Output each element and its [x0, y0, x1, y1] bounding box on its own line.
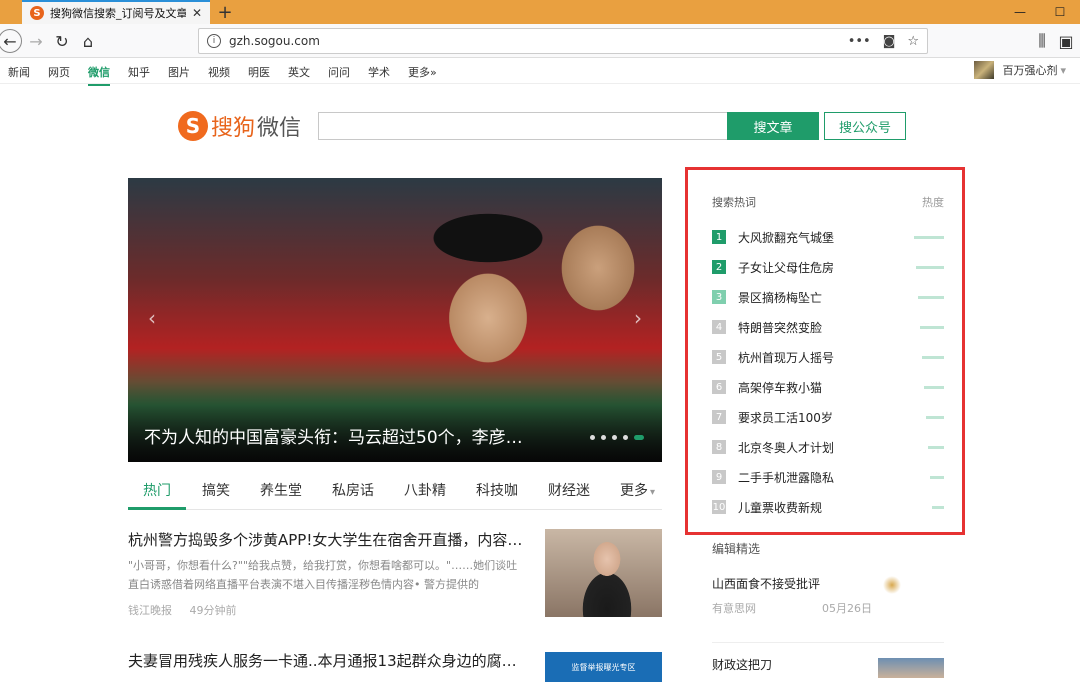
divider: [712, 642, 944, 643]
library-icon[interactable]: ⫼: [1030, 29, 1054, 53]
editor-picks-title: 编辑精选: [712, 542, 761, 556]
chevron-down-icon: ▾: [650, 487, 656, 498]
editor-pick-item[interactable]: 财政这把刀: [712, 656, 944, 678]
pocket-icon[interactable]: ◙: [883, 34, 896, 49]
hero-carousel[interactable]: ‹ › 不为人知的中国富豪头衔：马云超过50个，李彦…: [128, 178, 662, 462]
browser-tab[interactable]: S 搜狗微信搜索_订阅号及文章内 ✕: [22, 0, 210, 24]
home-icon[interactable]: ⌂: [76, 29, 100, 53]
carousel-dot[interactable]: [623, 435, 628, 440]
nav-images[interactable]: 图片: [168, 64, 190, 80]
pick-meta: 有意思网 05月26日: [712, 600, 872, 616]
carousel-dot[interactable]: [590, 435, 595, 440]
back-icon[interactable]: ←: [0, 29, 22, 53]
site-nav: 新闻 网页 微信 知乎 图片 视频 明医 英文 问问 学术 更多» 百万强心剂 …: [0, 58, 1080, 86]
nav-wenwen[interactable]: 问问: [328, 64, 350, 80]
nav-news[interactable]: 新闻: [8, 64, 30, 80]
tab-private-talk[interactable]: 私房话: [332, 480, 374, 500]
url-bar[interactable]: i gzh.sogou.com ••• ◙ ☆: [198, 28, 928, 54]
url-text: gzh.sogou.com: [229, 34, 320, 48]
carousel-dot-active[interactable]: [634, 435, 644, 440]
sogou-weixin-logo[interactable]: S 搜狗 微信: [178, 110, 301, 142]
tab-finance[interactable]: 财经迷: [548, 480, 590, 500]
tab-health[interactable]: 养生堂: [260, 480, 302, 500]
sidebar-icon[interactable]: ▣: [1054, 29, 1078, 53]
active-tab-underline: [128, 507, 186, 510]
close-tab-icon[interactable]: ✕: [192, 6, 202, 20]
carousel-dot[interactable]: [612, 435, 617, 440]
tab-tech[interactable]: 科技咖: [476, 480, 518, 500]
article-thumbnail[interactable]: [545, 529, 662, 617]
new-tab-button[interactable]: +: [214, 0, 236, 24]
minimize-icon[interactable]: —: [1000, 0, 1040, 24]
category-tabs: 热门 搞笑 养生堂 私房话 八卦精 科技咖 财经迷 更多 ▾: [128, 470, 662, 510]
username: 百万强心剂: [1002, 64, 1058, 77]
tab-more[interactable]: 更多 ▾: [620, 480, 655, 500]
reload-icon[interactable]: ↻: [50, 29, 74, 53]
hero-caption[interactable]: 不为人知的中国富豪头衔：马云超过50个，李彦…: [144, 423, 523, 448]
tab-gossip[interactable]: 八卦精: [404, 480, 446, 500]
carousel-dot[interactable]: [601, 435, 606, 440]
search-article-button[interactable]: 搜文章: [727, 112, 819, 140]
article-title[interactable]: 杭州警方捣毁多个涉黄APP!女大学生在宿舍开直播，内容…: [128, 529, 528, 550]
nav-scholar[interactable]: 学术: [368, 64, 390, 80]
article-title[interactable]: 夫妻冒用残疾人服务一卡通..本月通报13起群众身边的腐…: [128, 650, 528, 671]
browser-tab-bar: S 搜狗微信搜索_订阅号及文章内 ✕ + — ☐: [0, 0, 1080, 24]
logo-brand: 搜狗: [211, 116, 256, 141]
search-input[interactable]: [318, 112, 728, 140]
article-thumbnail[interactable]: 监督举报曝光专区: [545, 652, 662, 682]
page-actions-icon[interactable]: •••: [848, 34, 871, 49]
nav-weixin[interactable]: 微信: [88, 64, 110, 86]
nav-mingyi[interactable]: 明医: [248, 64, 270, 80]
article-item[interactable]: 夫妻冒用残疾人服务一卡通..本月通报13起群众身边的腐… 监督举报曝光专区: [128, 650, 662, 682]
article-time: 49分钟前: [189, 604, 237, 617]
user-menu[interactable]: 百万强心剂 ▾: [974, 61, 1066, 79]
forward-icon[interactable]: →: [24, 29, 48, 53]
editor-picks: 编辑精选: [698, 540, 960, 557]
nav-video[interactable]: 视频: [208, 64, 230, 80]
nav-zhihu[interactable]: 知乎: [128, 64, 150, 80]
nav-more[interactable]: 更多»: [408, 64, 437, 80]
tab-more-label: 更多: [620, 483, 648, 499]
editor-pick-item[interactable]: 山西面食不接受批评 有意思网 05月26日: [712, 571, 944, 621]
sogou-logo-icon: S: [178, 111, 208, 141]
avatar: [974, 61, 995, 79]
carousel-prev-icon[interactable]: ‹: [148, 306, 156, 330]
nav-english[interactable]: 英文: [288, 64, 310, 80]
nav-web[interactable]: 网页: [48, 64, 70, 80]
bookmark-star-icon[interactable]: ☆: [907, 34, 919, 49]
chevron-down-icon: ▾: [1060, 63, 1066, 77]
tab-hot[interactable]: 热门: [143, 480, 171, 500]
hero-shade: [128, 382, 662, 462]
article-item[interactable]: 杭州警方捣毁多个涉黄APP!女大学生在宿舍开直播，内容… "小哥哥，你想看什么?…: [128, 529, 662, 619]
thumbnail-text: 监督举报曝光专区: [571, 663, 636, 672]
article-summary: "小哥哥，你想看什么?""给我点赞，给我打赏，你想看啥都可以。"……她们谈吐直白…: [128, 559, 518, 591]
pick-thumbnail[interactable]: [878, 571, 944, 621]
pick-thumbnail[interactable]: [878, 658, 944, 678]
tab-funny[interactable]: 搞笑: [202, 480, 230, 500]
highlight-frame: [685, 167, 965, 535]
tab-title: 搜狗微信搜索_订阅号及文章内: [50, 7, 186, 20]
search-account-button[interactable]: 搜公众号: [824, 112, 906, 140]
browser-nav-bar: ← → ↻ ⌂ i gzh.sogou.com ••• ◙ ☆ ⫼ ▣: [0, 24, 1080, 58]
maximize-icon[interactable]: ☐: [1040, 0, 1080, 24]
carousel-next-icon[interactable]: ›: [634, 306, 642, 330]
pick-date: 05月26日: [822, 602, 872, 615]
site-info-icon[interactable]: i: [207, 34, 221, 48]
sogou-favicon-icon: S: [30, 6, 44, 20]
article-source[interactable]: 钱江晚报: [128, 604, 172, 617]
pick-source: 有意思网: [712, 602, 756, 615]
carousel-dots: [590, 435, 644, 440]
logo-product: 微信: [257, 116, 302, 141]
